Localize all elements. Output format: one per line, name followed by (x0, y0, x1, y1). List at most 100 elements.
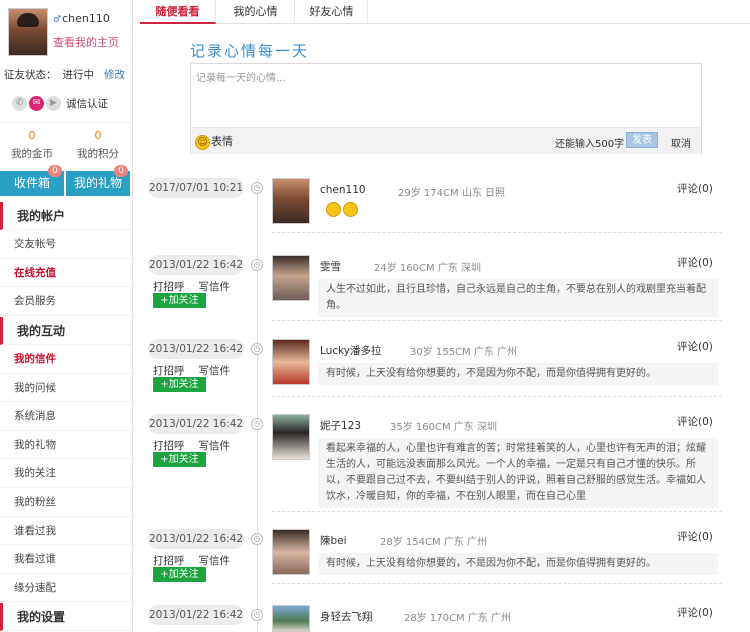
nav-head-interact: 我的互动 (0, 317, 132, 345)
post-username[interactable]: 雯雪 (320, 259, 341, 274)
write-letter-link[interactable]: 写信件 (199, 555, 231, 567)
gifts-badge: 0 (114, 165, 128, 177)
post-username[interactable]: 妮子123 (320, 418, 361, 433)
post-username[interactable]: 身轻去飞翔 (320, 609, 373, 624)
username: ♂chen110 (53, 12, 110, 25)
comment-link[interactable]: 评论(0) (677, 339, 713, 354)
email-cert-icon[interactable]: ✉ (29, 96, 44, 111)
tab-my-mood[interactable]: 我的心情 (217, 0, 295, 24)
post-actions: 打招呼 写信件 (153, 438, 244, 453)
post-date: 2013/01/22 16:42 (148, 605, 244, 625)
greet-link[interactable]: 打招呼 (153, 440, 185, 452)
nav-item-system-messages[interactable]: 系统消息 (0, 402, 132, 431)
nav-head-account: 我的帐户 (0, 202, 132, 230)
post-location: 广东 广州 (473, 347, 517, 358)
cancel-button[interactable]: 取消 (671, 135, 691, 150)
certification-row: ✆ ✉ ▶ 诚信认证 (12, 96, 108, 114)
greet-link[interactable]: 打招呼 (153, 555, 185, 567)
tab-friends-mood[interactable]: 好友心情 (296, 0, 368, 24)
post-height: 170CM (429, 613, 465, 624)
follow-button[interactable]: +加关注 (153, 452, 206, 467)
post-age: 24岁 (374, 263, 397, 274)
coins-stat[interactable]: 0 我的金币 (2, 129, 62, 161)
view-homepage-link[interactable]: 查看我的主页 (53, 34, 119, 50)
nav-item-my-letters[interactable]: 我的信件 (0, 345, 132, 374)
post-card: 身轻去飞翔 28岁 170CM 广东 广州 评论(0) (272, 605, 722, 632)
mood-title: 记录心情每一天 (190, 42, 310, 60)
nav-item-dating-account[interactable]: 交友帐号 (0, 230, 132, 259)
write-letter-link[interactable]: 写信件 (199, 365, 231, 377)
status-edit-link[interactable]: 修改 (104, 69, 125, 81)
tab-bar: 随便看看 我的心情 好友心情 (140, 0, 750, 24)
status-value: 进行中 (62, 69, 95, 81)
main-content: 随便看看 我的心情 好友心情 记录心情每一天 ☺表情 还能输入500字 发表 取… (140, 0, 750, 632)
post-location: 广东 深圳 (437, 263, 481, 274)
nav-item-greetings[interactable]: 我的问候 (0, 374, 132, 403)
video-cert-icon[interactable]: ▶ (46, 96, 61, 111)
mail-buttons: 收件箱 0 我的礼物 0 (0, 165, 132, 196)
post-meta: 28岁 170CM 广东 广州 (404, 609, 511, 624)
emoji-button[interactable]: ☺ 表情 (195, 133, 233, 150)
follow-button[interactable]: +加关注 (153, 567, 206, 582)
post-actions: 打招呼 写信件 (153, 553, 244, 568)
dating-status: 征友状态： 进行中 修改 (4, 67, 125, 82)
post-text: 有时候，上天没有给你想要的，不是因为你不配，而是你值得拥有更好的。 (318, 553, 718, 575)
inbox-button[interactable]: 收件箱 0 (0, 165, 64, 196)
post-username[interactable]: chen110 (320, 184, 366, 196)
coins-value: 0 (28, 129, 36, 142)
nav-settings: 我的设置 (0, 603, 132, 631)
comment-link[interactable]: 评论(0) (677, 181, 713, 196)
post-username[interactable]: 陳bei (320, 533, 347, 548)
nav-item-who-i-viewed[interactable]: 我看过谁 (0, 545, 132, 574)
mood-toolbar: ☺ 表情 还能输入500字 发表 取消 (191, 127, 701, 154)
cert-label[interactable]: 诚信认证 (66, 98, 108, 110)
nav-item-recharge[interactable]: 在线充值 (0, 259, 132, 288)
write-letter-link[interactable]: 写信件 (199, 440, 231, 452)
smile-icon: ☺ (195, 134, 210, 150)
post-location: 山东 日照 (461, 188, 505, 199)
nav-item-matchmaking[interactable]: 缘分速配 (0, 574, 132, 603)
status-label: 征友状态： (4, 69, 57, 81)
comment-link[interactable]: 评论(0) (677, 255, 713, 270)
post-height: 160CM (415, 422, 451, 433)
post-emoji (326, 202, 360, 220)
nav-head-settings[interactable]: 我的设置 (0, 603, 132, 631)
follow-button[interactable]: +加关注 (153, 293, 206, 308)
clock-icon: ◷ (251, 259, 263, 271)
phone-cert-icon[interactable]: ✆ (12, 96, 27, 111)
inbox-label: 收件箱 (13, 176, 50, 190)
send-button[interactable]: 发表 (626, 132, 658, 148)
nav-item-member-service[interactable]: 会员服务 (0, 287, 132, 316)
avatar[interactable] (8, 8, 48, 56)
comment-link[interactable]: 评论(0) (677, 605, 713, 620)
avatar[interactable] (272, 414, 310, 460)
nav-item-who-viewed-me[interactable]: 谁看过我 (0, 517, 132, 546)
nav-item-my-gifts[interactable]: 我的礼物 (0, 431, 132, 460)
post-location: 广东 广州 (467, 613, 511, 624)
profile-card: ♂chen110 查看我的主页 (8, 8, 133, 60)
avatar[interactable] (272, 339, 310, 385)
avatar[interactable] (272, 255, 310, 301)
write-letter-link[interactable]: 写信件 (199, 281, 231, 293)
follow-button[interactable]: +加关注 (153, 377, 206, 392)
avatar[interactable] (272, 529, 310, 575)
post-username[interactable]: Lucky潘多拉 (320, 343, 382, 358)
greet-link[interactable]: 打招呼 (153, 281, 185, 293)
comment-link[interactable]: 评论(0) (677, 414, 713, 429)
points-stat[interactable]: 0 我的积分 (68, 129, 128, 161)
tab-browse[interactable]: 随便看看 (140, 0, 216, 24)
comment-link[interactable]: 评论(0) (677, 529, 713, 544)
mood-input[interactable] (191, 64, 701, 128)
male-icon: ♂ (53, 15, 62, 25)
greet-link[interactable]: 打招呼 (153, 365, 185, 377)
coins-label: 我的金币 (11, 148, 53, 160)
post-text: 看起来幸福的人，心里也许有难言的苦；时常挂着笑的人，心里也许有无声的泪；炫耀生活… (318, 438, 718, 508)
clock-icon: ◷ (251, 182, 263, 194)
nav-item-following[interactable]: 我的关注 (0, 459, 132, 488)
sidebar: ♂chen110 查看我的主页 征友状态： 进行中 修改 ✆ ✉ ▶ 诚信认证 0 我的金… (0, 0, 133, 632)
post-meta: 28岁 154CM 广东 广州 (380, 533, 487, 548)
avatar[interactable] (272, 605, 310, 632)
avatar[interactable] (272, 178, 310, 224)
nav-item-fans[interactable]: 我的粉丝 (0, 488, 132, 517)
gifts-button[interactable]: 我的礼物 0 (66, 165, 130, 196)
